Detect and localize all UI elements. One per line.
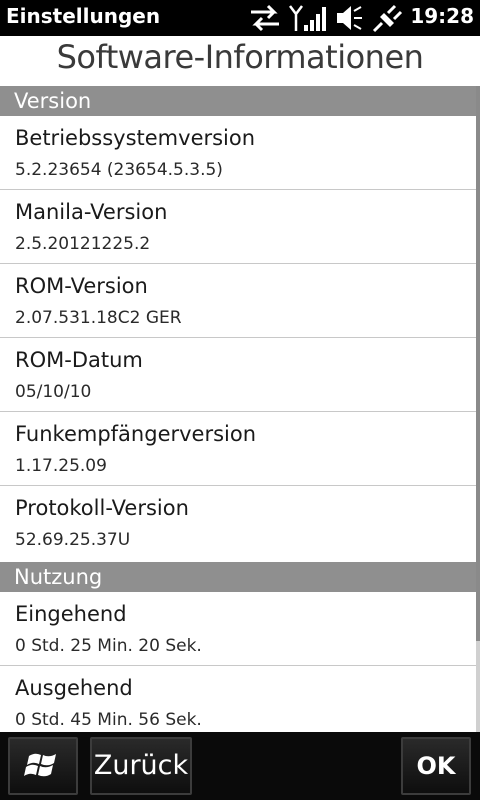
section-header-usage: Nutzung (0, 562, 476, 592)
item-value: 52.69.25.37U (15, 530, 131, 550)
item-value: 1.17.25.09 (15, 456, 107, 476)
start-button[interactable] (8, 737, 78, 795)
item-value: 0 Std. 45 Min. 56 Sek. (15, 710, 202, 730)
item-label: Protokoll-Version (15, 496, 189, 520)
list-item-incoming: Eingehend 0 Std. 25 Min. 20 Sek. (0, 592, 476, 666)
speaker-icon[interactable] (334, 3, 364, 33)
ok-button[interactable]: OK (401, 737, 471, 795)
item-label: Ausgehend (15, 676, 133, 700)
item-value: 2.07.531.18C2 GER (15, 308, 182, 328)
list-item-rom-version: ROM-Version 2.07.531.18C2 GER (0, 264, 476, 338)
status-bar: Einstellungen 19:28 (0, 0, 480, 36)
windows-start-icon (24, 753, 56, 777)
list-item-rom-date: ROM-Datum 05/10/10 (0, 338, 476, 412)
back-button[interactable]: Zurück (90, 737, 192, 795)
list-item-protocol-version: Protokoll-Version 52.69.25.37U (0, 486, 476, 562)
signal-strength-icon[interactable] (288, 3, 328, 33)
item-value: 0 Std. 25 Min. 20 Sek. (15, 636, 202, 656)
clock[interactable]: 19:28 (410, 4, 474, 28)
section-header-version: Version (0, 86, 476, 116)
list-item-outgoing: Ausgehend 0 Std. 45 Min. 56 Sek. (0, 666, 476, 732)
item-label: Eingehend (15, 602, 127, 626)
list-item-manila-version: Manila-Version 2.5.20121225.2 (0, 190, 476, 264)
item-label: ROM-Datum (15, 348, 143, 372)
app-title[interactable]: Einstellungen (6, 4, 160, 28)
item-label: ROM-Version (15, 274, 148, 298)
item-label: Funkempfängerversion (15, 422, 257, 446)
item-value: 2.5.20121225.2 (15, 234, 151, 254)
scrollbar-thumb[interactable] (476, 86, 480, 641)
item-value: 05/10/10 (15, 382, 92, 402)
bottom-softkey-bar: Zurück OK (0, 732, 480, 800)
page-title: Software-Informationen (56, 38, 424, 76)
item-label: Betriebssystemversion (15, 126, 256, 150)
item-label: Manila-Version (15, 200, 168, 224)
list-item-radio-version: Funkempfängerversion 1.17.25.09 (0, 412, 476, 486)
charging-plug-icon (372, 4, 403, 33)
data-sync-icon (251, 4, 279, 32)
item-value: 5.2.23654 (23654.5.3.5) (15, 160, 223, 180)
list-item-os-version: Betriebssystemversion 5.2.23654 (23654.5… (0, 116, 476, 190)
